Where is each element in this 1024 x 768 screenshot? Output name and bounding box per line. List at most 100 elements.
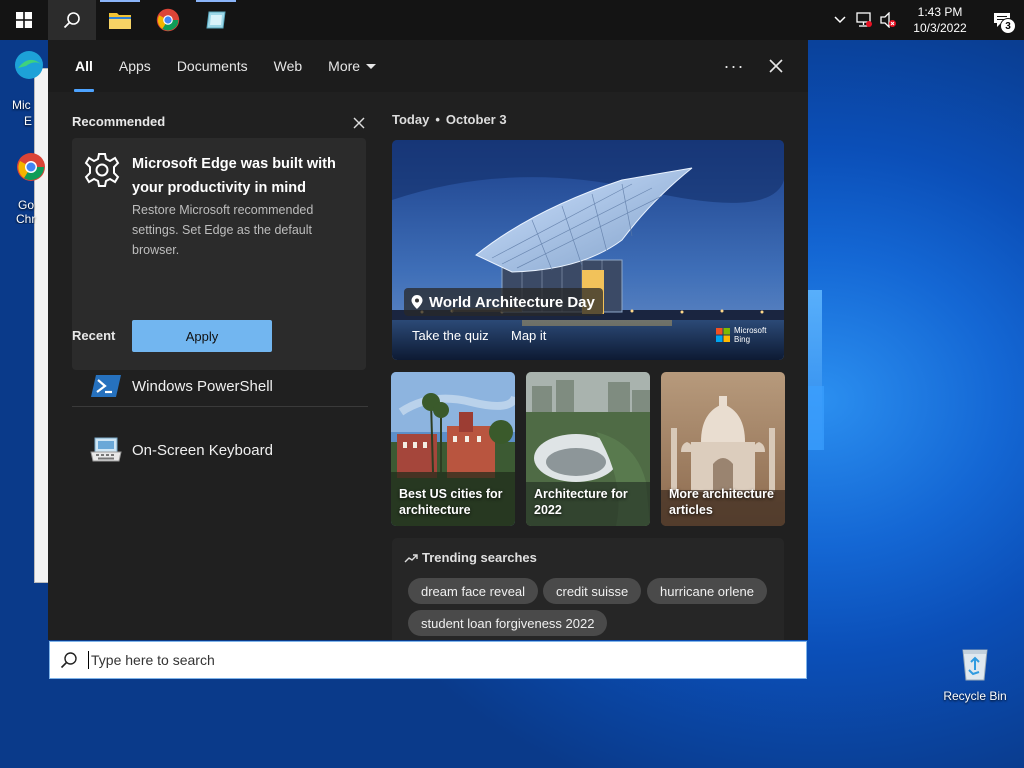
clock-time: 1:43 PM [917, 5, 963, 19]
desktop-icon-label-chrome-b[interactable]: Chr [16, 212, 35, 224]
tab-more-label: More [328, 58, 361, 74]
trending-arrow-icon [404, 553, 418, 562]
recent-heading: Recent [72, 328, 116, 343]
trending-searches-heading: Trending searches [404, 550, 537, 565]
powershell-icon [91, 375, 121, 397]
volume-muted-icon [880, 12, 896, 28]
right-pane: Today • October 3 World Architecture Day… [378, 92, 808, 640]
keyboard-icon [90, 437, 122, 462]
system-tray: 1:43 PM 10/3/2022 3 [828, 0, 1024, 40]
recent-item-label: On-Screen Keyboard [132, 441, 273, 459]
taskbar-on-screen-keyboard[interactable] [192, 0, 240, 40]
app-tile-icon [206, 11, 226, 29]
trending-searches-panel: Trending searches dream face reveal cred… [392, 538, 784, 640]
tile-more-architecture[interactable]: More architecture articles [661, 372, 785, 526]
hero-title-tag[interactable]: World Architecture Day [404, 288, 603, 316]
trending-chip-student-loan-forgiveness[interactable]: student loan forgiveness 2022 [408, 610, 608, 636]
taskbar-search-button[interactable] [48, 0, 96, 40]
volume-tray[interactable] [876, 0, 900, 40]
search-box-icon-wrap [50, 641, 88, 679]
search-input[interactable] [91, 645, 771, 675]
recent-divider [72, 406, 368, 407]
recommended-title: Microsoft Edge was built with your produ… [132, 156, 336, 196]
taskbar-chrome[interactable] [144, 0, 192, 40]
search-icon [63, 12, 80, 29]
trending-chip-credit-suisse[interactable]: credit suisse [543, 578, 642, 604]
microsoft-bing-logo: Microsoft Bing [716, 326, 766, 344]
clock-date: 10/3/2022 [913, 21, 967, 35]
trending-heading-label: Trending searches [422, 550, 537, 565]
chrome-desktop-icon[interactable] [16, 152, 46, 182]
desktop-left-icons: Mic E Go Chr [0, 44, 48, 224]
edge-icon[interactable] [14, 50, 44, 80]
close-search-button[interactable] [760, 52, 792, 80]
taskbar-file-explorer[interactable] [96, 0, 144, 40]
trending-chip-hurricane-orlene[interactable]: hurricane orlene [647, 578, 767, 604]
recent-item-powershell[interactable]: Windows PowerShell [72, 354, 368, 418]
tile-best-us-cities[interactable]: Best US cities for architecture [391, 372, 515, 526]
recent-item-label: Windows PowerShell [132, 377, 273, 395]
desktop-icon-label-edge-b[interactable]: E [24, 114, 32, 128]
tab-documents[interactable]: Documents [164, 40, 261, 92]
map-it-link[interactable]: Map it [511, 328, 546, 343]
close-icon [769, 59, 783, 73]
network-tray[interactable] [852, 0, 876, 40]
folder-icon [109, 13, 131, 29]
today-date: October 3 [445, 112, 507, 127]
network-icon [856, 12, 872, 27]
chevron-up-icon [834, 16, 846, 24]
dismiss-recommended-button[interactable] [348, 112, 370, 134]
tile-architecture-2022[interactable]: Architecture for 2022 [526, 372, 650, 526]
caret-down-icon [366, 63, 377, 69]
notification-count-badge: 3 [1000, 18, 1016, 34]
tab-more[interactable]: More [315, 40, 389, 92]
show-hidden-icons[interactable] [828, 0, 852, 40]
taskbar-search-box[interactable] [49, 641, 807, 679]
hero-card-world-architecture-day[interactable]: World Architecture Day Take the quiz Map… [392, 140, 784, 360]
windows-logo-icon [16, 12, 32, 28]
separator-dot: • [435, 112, 440, 127]
hero-title: World Architecture Day [429, 293, 595, 311]
more-options-button[interactable]: ··· [718, 52, 750, 80]
bing-logo-line-1: Microsoft [734, 326, 767, 335]
search-icon [60, 652, 77, 669]
recycle-bin-label: Recycle Bin [943, 689, 1007, 703]
tab-documents-label: Documents [176, 58, 248, 74]
action-center-button[interactable]: 3 [980, 0, 1024, 40]
recommended-card: Microsoft Edge was built with your produ… [72, 138, 366, 370]
recommended-description: Restore Microsoft recommended settings. … [132, 203, 314, 257]
taskbar: 1:43 PM 10/3/2022 3 [0, 0, 1024, 40]
desktop-icon-label-chrome-a[interactable]: Go [18, 198, 34, 212]
chrome-icon [156, 8, 180, 32]
start-button[interactable] [0, 0, 48, 40]
tab-all[interactable]: All [62, 40, 106, 92]
recommended-heading: Recommended [72, 114, 166, 129]
tile-label: Architecture for 2022 [534, 487, 628, 517]
take-the-quiz-link[interactable]: Take the quiz [412, 328, 489, 343]
close-icon [353, 117, 365, 129]
trending-chip-dream-face-reveal[interactable]: dream face reveal [408, 578, 539, 604]
location-pin-icon [411, 295, 423, 309]
microsoft-logo-icon [716, 328, 730, 342]
tab-apps[interactable]: Apps [106, 40, 164, 92]
bing-logo-line-2: Bing [734, 335, 751, 344]
today-label: Today [392, 112, 430, 127]
recycle-bin-icon [962, 649, 988, 681]
today-heading: Today • October 3 [392, 112, 507, 127]
desktop-icon-label-edge-a[interactable]: Mic [12, 98, 31, 112]
recent-item-on-screen-keyboard[interactable]: On-Screen Keyboard [72, 418, 368, 482]
tab-web[interactable]: Web [261, 40, 316, 92]
left-pane: Recommended Microsoft Edge was built wit… [48, 92, 378, 640]
apply-button[interactable]: Apply [132, 320, 272, 352]
search-scope-tabs: All Apps Documents Web More ··· [48, 40, 808, 92]
wallpaper-light-beam-lower [808, 386, 824, 450]
search-flyout: All Apps Documents Web More ··· Recommen… [48, 40, 808, 640]
tab-apps-label: Apps [118, 58, 151, 74]
tab-all-label: All [75, 58, 93, 74]
recycle-bin[interactable]: Recycle Bin [940, 642, 1010, 703]
taskbar-clock[interactable]: 1:43 PM 10/3/2022 [900, 4, 980, 36]
text-cursor [88, 651, 89, 669]
tab-web-label: Web [273, 58, 303, 74]
tile-label: Best US cities for architecture [399, 487, 503, 517]
tile-label: More architecture articles [669, 487, 774, 517]
